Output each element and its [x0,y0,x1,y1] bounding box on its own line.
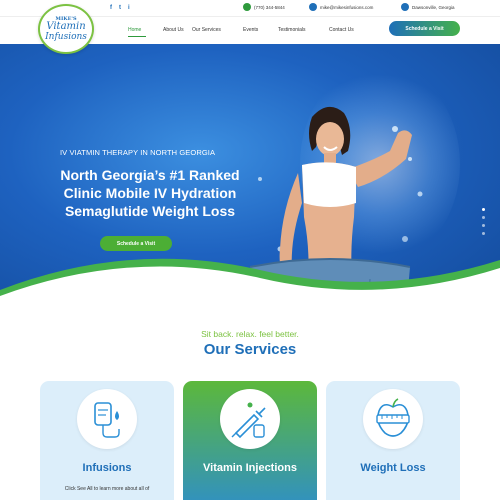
mail-icon [309,3,317,11]
card-title-infusions: Infusions [82,462,132,474]
hero-wave-divider [0,258,500,320]
email-link[interactable]: mike@mikesinfusions.com [309,3,373,11]
nav-item-events[interactable]: Events [243,27,260,33]
iv-bag-icon [77,389,137,449]
syringe-icon [220,389,280,449]
nav-item-home[interactable]: Home [128,27,146,33]
social-links: f t i [110,4,130,12]
active-nav-indicator [128,36,146,37]
location-text: Dawsonville, Georgia [412,4,455,10]
logo-line-3: Infusions [45,32,87,42]
services-heading: Our Services [203,341,297,358]
apple-measuring-tape-icon [363,389,423,449]
services-tagline: Sit back. relax. feel better. [201,329,299,339]
service-card-infusions[interactable]: Infusions Click See All to learn more ab… [40,381,174,500]
card-title-weight-loss: Weight Loss [360,462,426,474]
phone-link[interactable]: (770) 344-5844 [243,3,285,11]
service-card-weight-loss[interactable]: Weight Loss [326,381,460,500]
schedule-visit-header-button[interactable]: Schedule a Visit [389,21,460,36]
hero-kicker: IV VIATMIN THERAPY IN NORTH GEORGIA [60,148,216,157]
twitter-icon[interactable]: t [119,4,121,12]
nav-item-our-services[interactable]: Our Services [192,27,225,33]
card-title-vitamin-injections: Vitamin Injections [203,462,297,474]
instagram-icon[interactable]: i [128,4,130,12]
nav-item-contact-us[interactable]: Contact Us [329,27,358,33]
card-desc-infusions: Click See All to learn more about all of [64,486,150,492]
location-pin-icon [401,3,409,11]
slider-dot[interactable] [482,216,485,219]
location-link[interactable]: Dawsonville, Georgia [401,3,455,11]
facebook-icon[interactable]: f [110,4,112,12]
phone-icon [243,3,251,11]
slider-dot[interactable] [482,224,485,227]
slider-dot[interactable] [482,208,485,211]
phone-number: (770) 344-5844 [254,4,285,10]
page: f t i (770) 344-5844 mike@mikesinfusions… [0,0,500,500]
service-card-vitamin-injections[interactable]: Vitamin Injections [183,381,317,500]
site-logo[interactable]: MIKE'S Vitamin Infusions [38,4,94,54]
nav-menu: Home About Us Our Services Events Testim… [128,27,358,33]
nav-item-about-us[interactable]: About Us [163,27,184,33]
email-address: mike@mikesinfusions.com [320,4,374,10]
nav-item-testimonials[interactable]: Testimonials [278,27,310,33]
hero-headline: North Georgia’s #1 Ranked Clinic Mobile … [60,167,240,219]
logo-line-2: Vitamin [46,21,86,32]
